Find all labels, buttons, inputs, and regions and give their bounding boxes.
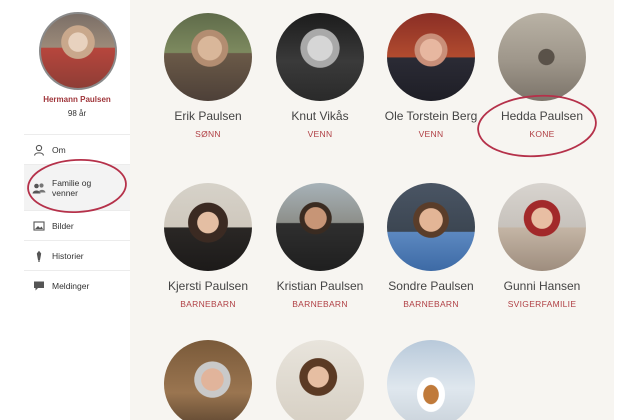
page-edge bbox=[614, 0, 630, 420]
pen-icon bbox=[32, 249, 46, 263]
member-photo[interactable] bbox=[498, 13, 586, 101]
member-photo[interactable] bbox=[387, 183, 475, 271]
member-card[interactable]: Ole Torstein Berg VENN bbox=[376, 13, 486, 139]
member-card[interactable]: Hedda Paulsen KONE bbox=[487, 13, 597, 139]
menu-item-label: Om bbox=[52, 144, 66, 155]
member-photo[interactable] bbox=[387, 340, 475, 420]
profile-name[interactable]: Hermann Paulsen bbox=[24, 95, 130, 104]
member-relation: BARNEBARN bbox=[292, 299, 348, 309]
member-card[interactable]: Gunni Hansen SVIGERFAMILIE bbox=[487, 183, 597, 309]
photos-icon bbox=[32, 219, 46, 233]
member-name: Kjersti Paulsen bbox=[167, 279, 249, 293]
menu-item-label: Historier bbox=[52, 250, 84, 261]
menu-item-bilder[interactable]: Bilder bbox=[24, 210, 130, 240]
member-photo[interactable] bbox=[498, 183, 586, 271]
member-name: Hedda Paulsen bbox=[500, 109, 584, 123]
member-card[interactable]: Erik Paulsen SØNN bbox=[153, 13, 263, 139]
member-name: Knut Vikås bbox=[291, 109, 349, 123]
member-card[interactable]: Sondre Paulsen BARNEBARN bbox=[376, 183, 486, 309]
member-photo[interactable] bbox=[276, 13, 364, 101]
member-relation: BARNEBARN bbox=[180, 299, 236, 309]
member-photo[interactable] bbox=[387, 13, 475, 101]
member-name: Ole Torstein Berg bbox=[384, 109, 478, 123]
menu-item-label: Bilder bbox=[52, 220, 74, 231]
menu-item-familie[interactable]: Familie og venner bbox=[24, 164, 130, 210]
member-name: Sondre Paulsen bbox=[388, 279, 474, 293]
menu-item-label: Meldinger bbox=[52, 280, 90, 291]
member-card[interactable]: Kristian Paulsen BARNEBARN bbox=[265, 183, 375, 309]
member-photo[interactable] bbox=[276, 340, 364, 420]
member-relation: KONE bbox=[529, 129, 555, 139]
profile-age: 98 år bbox=[67, 109, 87, 118]
member-card[interactable]: Knut Vikås VENN bbox=[265, 13, 375, 139]
member-card[interactable] bbox=[376, 340, 486, 420]
member-card[interactable]: Kjersti Paulsen BARNEBARN bbox=[153, 183, 263, 309]
menu-item-historier[interactable]: Historier bbox=[24, 240, 130, 270]
member-relation: VENN bbox=[307, 129, 333, 139]
member-photo[interactable] bbox=[164, 183, 252, 271]
member-card[interactable] bbox=[153, 340, 263, 420]
chat-icon bbox=[32, 279, 46, 293]
menu-item-meldinger[interactable]: Meldinger bbox=[24, 270, 130, 300]
profile-avatar[interactable] bbox=[39, 12, 117, 90]
menu-item-om[interactable]: Om bbox=[24, 134, 130, 164]
sidebar-menu: Om Familie og venner Bilder Historier Me… bbox=[24, 134, 130, 300]
member-photo[interactable] bbox=[276, 183, 364, 271]
member-relation: SØNN bbox=[195, 129, 221, 139]
member-card[interactable] bbox=[265, 340, 375, 420]
member-photo[interactable] bbox=[164, 13, 252, 101]
member-relation: VENN bbox=[418, 129, 444, 139]
person-icon bbox=[32, 143, 46, 157]
member-relation: SVIGERFAMILIE bbox=[507, 299, 577, 309]
people-icon bbox=[32, 181, 46, 195]
member-name: Kristian Paulsen bbox=[276, 279, 364, 293]
sidebar: Hermann Paulsen 98 år Om Familie og venn… bbox=[24, 0, 130, 420]
member-name: Erik Paulsen bbox=[174, 109, 242, 123]
menu-item-label: Familie og venner bbox=[52, 177, 92, 198]
member-photo[interactable] bbox=[164, 340, 252, 420]
member-name: Gunni Hansen bbox=[503, 279, 581, 293]
member-relation: BARNEBARN bbox=[403, 299, 459, 309]
